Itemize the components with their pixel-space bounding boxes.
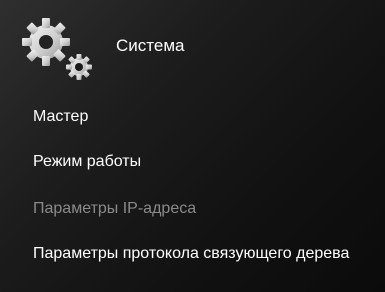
gears-icon bbox=[22, 18, 92, 80]
menu-item-spanning-tree-settings[interactable]: Параметры протокола связующего дерева bbox=[33, 244, 383, 264]
menu-item-operation-mode[interactable]: Режим работы bbox=[33, 152, 141, 172]
system-title: Система bbox=[116, 36, 185, 55]
menu-item-ip-settings: Параметры IP-адреса bbox=[33, 200, 197, 217]
system-menu-panel: Система Мастер Режим работы Параметры IP… bbox=[0, 0, 385, 292]
system-section-header[interactable]: Система bbox=[18, 14, 378, 84]
menu-item-wizard[interactable]: Мастер bbox=[33, 107, 88, 127]
